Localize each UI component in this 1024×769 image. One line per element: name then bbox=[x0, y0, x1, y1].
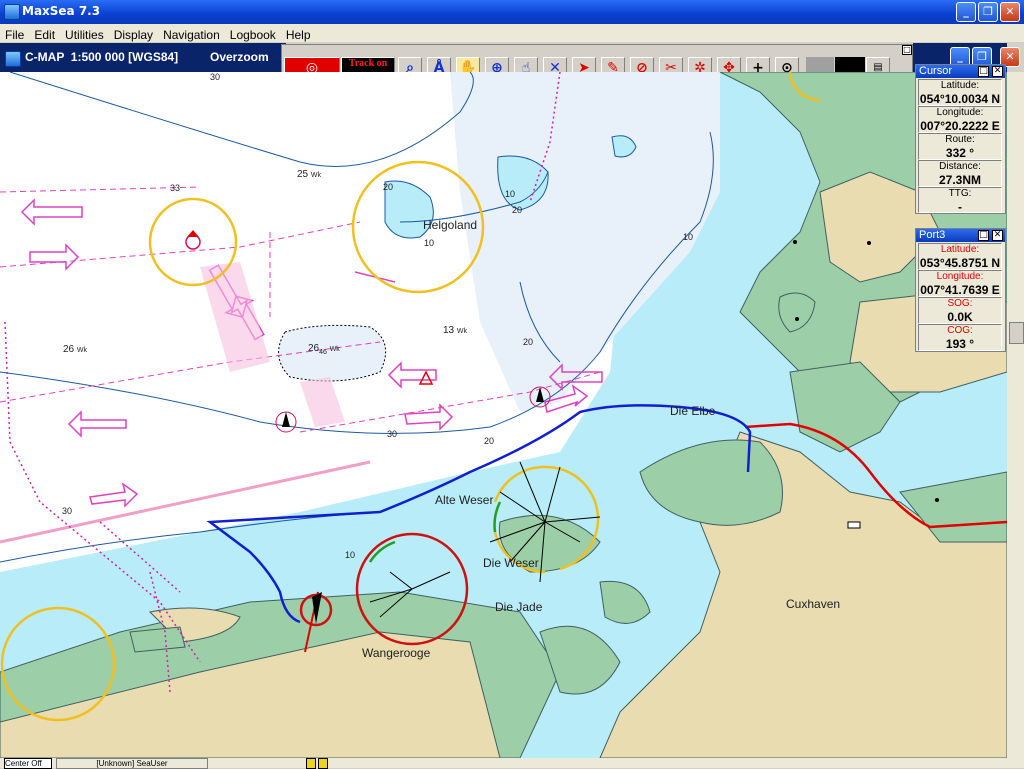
place-die-jade: Die Jade bbox=[495, 600, 543, 614]
depth-label: 10 bbox=[505, 189, 516, 199]
cursor-panel-restore-icon[interactable]: □ bbox=[978, 66, 989, 77]
port3-cog: COG: 193 ° bbox=[918, 324, 1002, 351]
center-off-button[interactable]: Center Off bbox=[4, 758, 52, 769]
depth-label: 30 bbox=[62, 506, 73, 516]
menu-display[interactable]: Display bbox=[109, 28, 158, 42]
menu-utilities[interactable]: Utilities bbox=[60, 28, 109, 42]
depth-label: 30 bbox=[210, 72, 221, 82]
depth-label: 20 bbox=[512, 205, 523, 215]
chart-icon bbox=[5, 51, 21, 67]
cursor-latitude: Latitude: 054°10.0034 N bbox=[918, 79, 1002, 106]
chart-window-header: C-MAP 1:500 000 [WGS84] Overzoom bbox=[0, 43, 286, 72]
wreck-symbol: 25 Wk bbox=[297, 169, 322, 180]
menu-navigation[interactable]: Navigation bbox=[158, 28, 225, 42]
status-bar: Center Off [Unknown] SeaUser bbox=[0, 758, 1024, 769]
chart-scale-label: C-MAP 1:500 000 [WGS84] bbox=[25, 50, 179, 64]
depth-label: 20 bbox=[383, 182, 394, 192]
place-helgoland: Helgoland bbox=[423, 218, 478, 232]
port3-panel-restore-icon[interactable]: □ bbox=[978, 230, 989, 241]
port3-longitude: Longitude: 007°41.7639 E bbox=[918, 270, 1002, 297]
status-indicator-icon bbox=[306, 758, 316, 769]
port3-sog: SOG: 0.0K bbox=[918, 297, 1002, 324]
port3-latitude: Latitude: 053°45.8751 N bbox=[918, 243, 1002, 270]
depth-label: 10 bbox=[424, 238, 435, 248]
cursor-panel-close-icon[interactable]: ✕ bbox=[992, 66, 1003, 77]
depth-label: 20 bbox=[523, 337, 534, 347]
place-wangerooge: Wangerooge bbox=[362, 646, 431, 660]
status-indicator-icon bbox=[318, 758, 328, 769]
app-icon bbox=[4, 4, 20, 20]
menu-bar: File Edit Utilities Display Navigation Logboo… bbox=[0, 24, 1024, 42]
place-die-weser: Die Weser bbox=[483, 556, 539, 570]
menu-logbook[interactable]: Logbook bbox=[225, 28, 281, 42]
place-cuxhaven: Cuxhaven bbox=[786, 597, 841, 611]
port3-panel: Port3 □ ✕ Latitude: 053°45.8751 N Longitu… bbox=[915, 228, 1006, 352]
cursor-route: Route: 332 ° bbox=[918, 133, 1002, 160]
nautical-chart[interactable]: Helgoland Die Elbe Alte Weser Die Weser … bbox=[0, 72, 1007, 758]
depth-label: 10 bbox=[345, 550, 356, 560]
place-alte-weser: Alte Weser bbox=[435, 493, 494, 507]
wreck-symbol: 13 Wk bbox=[443, 325, 468, 336]
wreck-symbol: 26 Wk bbox=[63, 344, 88, 355]
close-button[interactable]: ✕ bbox=[1000, 2, 1020, 22]
toolbar-close-icon[interactable]: □ bbox=[902, 45, 912, 55]
user-status: [Unknown] SeaUser bbox=[56, 758, 208, 769]
scrollbar-thumb[interactable] bbox=[1009, 322, 1024, 344]
depth-label: 30 bbox=[387, 429, 398, 439]
place-die-elbe: Die Elbe bbox=[670, 404, 716, 418]
maximize-button[interactable]: ❐ bbox=[978, 2, 998, 22]
port3-panel-close-icon[interactable]: ✕ bbox=[992, 230, 1003, 241]
window-title-bar: MaxSea 7.3 _ ❐ ✕ bbox=[0, 0, 1024, 24]
chart-canvas[interactable] bbox=[0, 72, 1007, 758]
window-title: MaxSea 7.3 bbox=[22, 4, 101, 18]
chart-vertical-scrollbar[interactable] bbox=[1007, 72, 1024, 758]
wreck-symbol: 2646 Wk bbox=[308, 343, 340, 356]
menu-edit[interactable]: Edit bbox=[29, 28, 60, 42]
cursor-longitude: Longitude: 007°20.2222 E bbox=[918, 106, 1002, 133]
menu-help[interactable]: Help bbox=[281, 28, 316, 42]
depth-label: 20 bbox=[484, 436, 495, 446]
overzoom-label: Overzoom bbox=[210, 50, 269, 64]
menu-file[interactable]: File bbox=[0, 28, 29, 42]
cursor-ttg: TTG: - bbox=[918, 187, 1002, 214]
minimize-button[interactable]: _ bbox=[956, 2, 976, 22]
depth-label: 33 bbox=[170, 183, 181, 193]
cursor-panel: Cursor □ ✕ Latitude: 054°10.0034 N Longit… bbox=[915, 64, 1006, 214]
depth-label: 10 bbox=[683, 232, 694, 242]
cursor-distance: Distance: 27.3NM bbox=[918, 160, 1002, 187]
